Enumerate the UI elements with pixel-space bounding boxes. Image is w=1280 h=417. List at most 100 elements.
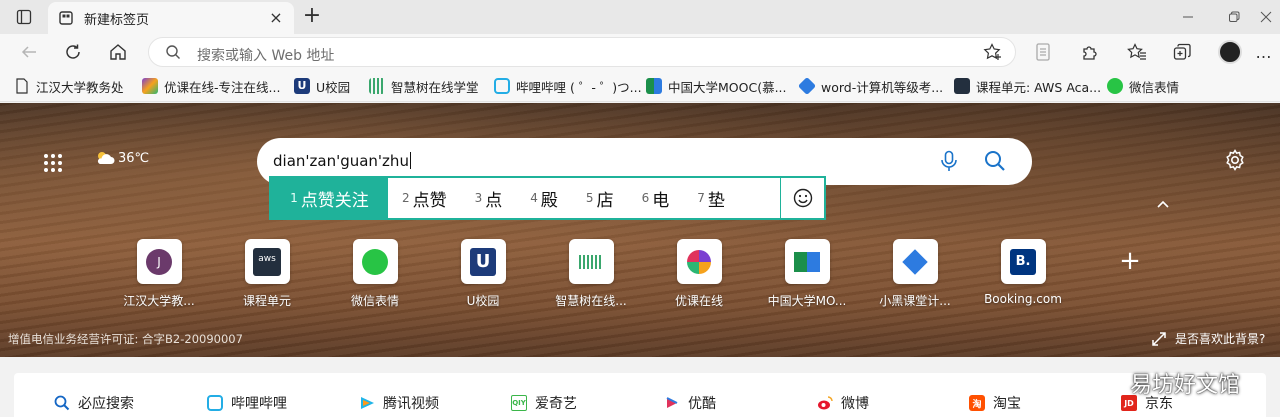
ime-candidate[interactable]: 2 点赞: [388, 178, 461, 218]
bookmark-item[interactable]: 中国大学MOOC(慕...: [646, 77, 787, 95]
candidate-number: 4: [530, 191, 538, 205]
tab-strip: 新建标签页 × +: [0, 0, 1280, 34]
bookmark-item[interactable]: 智慧树在线学堂: [369, 77, 479, 95]
close-icon[interactable]: ×: [268, 10, 284, 26]
like-background-link[interactable]: 是否喜欢此背景?: [1152, 330, 1265, 347]
quick-link[interactable]: 腾讯视频: [359, 393, 439, 413]
window-close-button[interactable]: [1254, 6, 1278, 28]
quick-link-label: 淘宝: [993, 396, 1021, 412]
zhihuishu-icon: [579, 254, 603, 269]
puzzle-icon: [1083, 46, 1097, 60]
top-site-tile[interactable]: 中国大学MO...: [757, 239, 857, 309]
youke-icon: [142, 78, 158, 94]
bookmark-label: 哔哩哔哩 ( ゜- ゜)つ...: [516, 79, 642, 95]
app-launcher-icon[interactable]: [44, 154, 62, 172]
smiley-icon: [793, 188, 812, 208]
quick-link[interactable]: 哔哩哔哩: [207, 393, 287, 413]
address-bar[interactable]: 搜索或输入 Web 地址: [148, 37, 1016, 67]
quick-link[interactable]: 微博: [817, 393, 869, 413]
xiaohei-icon: [902, 248, 928, 275]
search-input[interactable]: dian'zan'guan'zhu: [273, 152, 411, 170]
top-site-tile[interactable]: B. Booking.com: [973, 239, 1073, 306]
tile-icon-box: [568, 239, 614, 284]
candidate-text: 点赞: [412, 190, 447, 211]
jianghan-icon: J: [146, 248, 172, 275]
top-site-tile[interactable]: aws 课程单元: [217, 239, 317, 309]
ime-candidate-window: 1 点赞关注 2 点赞 3点 4殿 5店 6电 7垫: [269, 176, 826, 220]
collections-icon: [1173, 43, 1191, 60]
tencent-video-icon: [359, 395, 375, 411]
tab-new-tab[interactable]: 新建标签页 ×: [48, 2, 294, 34]
candidate-text: 垫: [707, 190, 725, 211]
top-site-tile[interactable]: U U校园: [433, 239, 533, 309]
arrow-left-icon: [21, 46, 36, 58]
top-site-tile[interactable]: 微信表情: [325, 239, 425, 309]
bookmark-item[interactable]: 哔哩哔哩 ( ゜- ゜)つ...: [494, 77, 642, 95]
quick-link[interactable]: 优酷: [664, 393, 716, 413]
favorites-icon: [1127, 43, 1146, 60]
add-site-button[interactable]: +: [1118, 248, 1142, 274]
restore-button[interactable]: [1222, 6, 1246, 28]
top-site-tile[interactable]: 优课在线: [649, 239, 749, 309]
ime-emoji-button[interactable]: [780, 178, 824, 218]
extensions-button[interactable]: [1077, 39, 1103, 65]
collections-button[interactable]: [1170, 39, 1196, 65]
top-site-tile[interactable]: 智慧树在线...: [541, 239, 641, 309]
ime-candidate[interactable]: 4殿: [516, 178, 572, 218]
license-text: 增值电信业务经营许可证: 合字B2-20090007: [8, 332, 243, 346]
browser-toolbar: 搜索或输入 Web 地址 …: [0, 34, 1280, 70]
youku-icon: [664, 395, 680, 411]
aws-icon: aws: [253, 247, 281, 276]
ime-candidate[interactable]: 5店: [572, 178, 628, 218]
bookmark-label: 优课在线-专注在线...: [164, 79, 281, 95]
quick-link[interactable]: 必应搜索: [54, 393, 134, 413]
ime-candidate[interactable]: 1 点赞关注: [271, 178, 388, 218]
tile-icon-box: J: [136, 239, 182, 284]
bookmark-item[interactable]: 江汉大学教务处: [14, 77, 124, 95]
new-tab-button[interactable]: +: [300, 5, 324, 29]
reading-view-button[interactable]: [1030, 39, 1056, 65]
ime-candidate[interactable]: 6电: [628, 178, 684, 218]
address-placeholder: 搜索或输入 Web 地址: [197, 48, 335, 64]
tab-actions-button[interactable]: [12, 6, 36, 28]
avatar[interactable]: [1218, 40, 1242, 64]
new-tab-page-icon: [58, 10, 74, 26]
iqiyi-icon: QIY: [511, 395, 527, 411]
quick-link-label: 优酷: [688, 396, 716, 412]
top-sites: J 江汉大学教... aws 课程单元 微信表情 U U校园 智慧树在线... …: [0, 239, 1280, 309]
tile-icon-box: [892, 239, 938, 284]
more-button[interactable]: …: [1254, 39, 1274, 65]
bookmark-item[interactable]: 优课在线-专注在线...: [142, 77, 280, 95]
tile-label: 微信表情: [350, 294, 399, 308]
bookmark-label: 智慧树在线学堂: [391, 79, 479, 95]
favorites-button[interactable]: [1124, 39, 1150, 65]
gear-icon[interactable]: [1224, 149, 1246, 171]
top-site-tile[interactable]: 小黑课堂计...: [865, 239, 965, 309]
home-button[interactable]: [105, 39, 131, 65]
partly-cloudy-icon: [97, 152, 115, 164]
top-site-tile[interactable]: J 江汉大学教...: [109, 239, 209, 309]
bookmark-item[interactable]: word-计算机等级考...: [797, 76, 943, 96]
weather-widget[interactable]: 36℃: [94, 150, 149, 166]
quick-link[interactable]: 淘淘宝: [969, 393, 1021, 413]
minimize-button[interactable]: [1176, 6, 1200, 28]
search-icon[interactable]: [984, 150, 1006, 172]
refresh-button[interactable]: [60, 39, 86, 65]
bookmark-item[interactable]: 课程单元: AWS Aca...: [954, 77, 1101, 95]
bookmark-item[interactable]: U U校园: [294, 77, 350, 95]
chevron-up-icon[interactable]: [1156, 199, 1170, 209]
more-icon: …: [1255, 42, 1273, 62]
candidate-text: 电: [652, 190, 670, 211]
bookmark-item[interactable]: 微信表情: [1107, 77, 1179, 95]
tile-label: 江汉大学教...: [123, 294, 195, 308]
add-favorite-icon[interactable]: [983, 43, 1003, 61]
quick-link-label: 微博: [841, 396, 869, 412]
quick-links-bar: 必应搜索 哔哩哔哩 腾讯视频 QIY 爱奇艺 优酷 微博 淘淘宝 JD 京东: [14, 373, 1266, 417]
back-button[interactable]: [16, 39, 42, 65]
bookmark-label: U校园: [316, 79, 351, 95]
ime-candidate[interactable]: 7垫: [683, 178, 739, 218]
quick-link[interactable]: QIY 爱奇艺: [511, 393, 577, 413]
tile-label: 中国大学MO...: [767, 294, 847, 308]
ime-candidate[interactable]: 3点: [461, 178, 517, 218]
microphone-icon[interactable]: [939, 150, 959, 172]
